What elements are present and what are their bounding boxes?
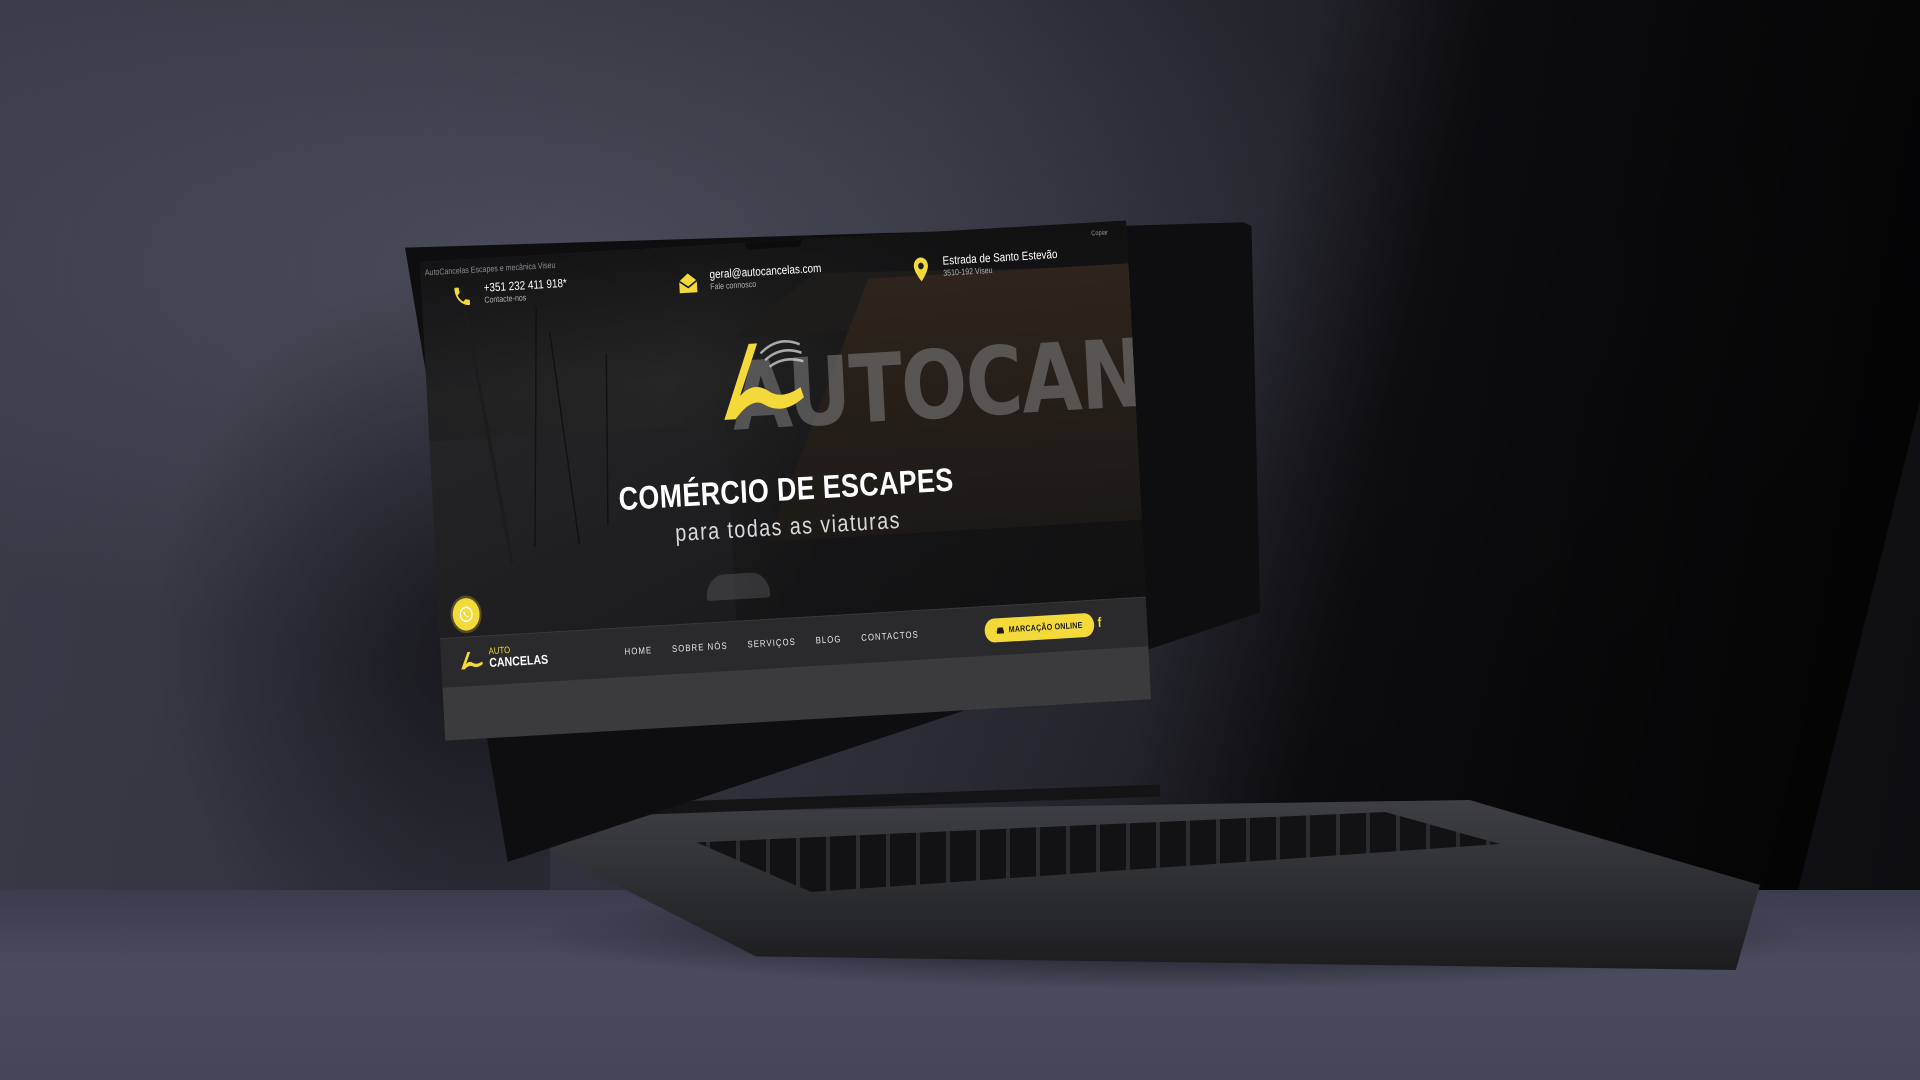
- laptop-screen: AUTOCANCEL AutoCancelas Escapes e mecâni…: [420, 220, 1152, 741]
- nav-servicos[interactable]: SERVIÇOS: [747, 637, 796, 650]
- copy-note: Copiar: [1091, 228, 1109, 238]
- brand-logo[interactable]: AUTO CANCELAS: [459, 644, 549, 671]
- nav-home[interactable]: HOME: [624, 645, 652, 657]
- online-booking-button[interactable]: MARCAÇÃO ONLINE: [984, 612, 1095, 644]
- map-pin-icon: [908, 254, 934, 284]
- nav-contactos[interactable]: CONTACTOS: [861, 630, 919, 644]
- nav-blog[interactable]: BLOG: [815, 634, 841, 646]
- hero-section: AUTOCANCEL AutoCancelas Escapes e mecâni…: [420, 220, 1151, 639]
- online-booking-label: MARCAÇÃO ONLINE: [1008, 620, 1083, 635]
- hero-logo-icon: [724, 340, 804, 420]
- nav-sobre-nos[interactable]: SOBRE NÓS: [672, 641, 728, 655]
- car-icon: [996, 627, 1004, 634]
- facebook-icon[interactable]: f: [1097, 616, 1102, 632]
- phone-icon: [449, 281, 475, 311]
- nav-links: HOME SOBRE NÓS SERVIÇOS BLOG CONTACTOS: [624, 630, 919, 658]
- envelope-icon: [675, 268, 701, 298]
- brand-word-cancelas: CANCELAS: [488, 652, 549, 671]
- scene-background: AUTOCANCEL AutoCancelas Escapes e mecâni…: [0, 0, 1920, 1080]
- brand-logo-icon: [461, 651, 483, 670]
- whatsapp-icon: [459, 606, 473, 623]
